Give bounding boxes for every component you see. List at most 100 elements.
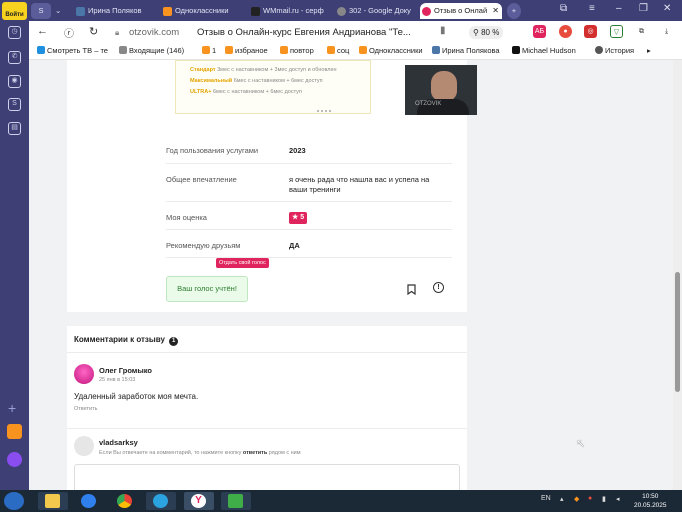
taskbar-app[interactable] xyxy=(221,492,251,510)
bookmark-izbranoe[interactable]: избраное xyxy=(225,46,268,55)
preview-line: ULTRA+ 6мес с наставником + 6мес доступ xyxy=(190,89,302,95)
yandex-browser-icon: Y xyxy=(191,494,206,508)
extension-icon-3[interactable]: ◎ xyxy=(584,25,597,38)
bookmarks-more-icon[interactable]: ▸ xyxy=(647,46,651,55)
bookmark-page-icon[interactable]: ▮ xyxy=(440,25,446,36)
start-button[interactable] xyxy=(4,492,24,510)
lock-icon: 🔒︎ xyxy=(115,28,120,37)
scrollbar-thumb[interactable] xyxy=(675,272,680,392)
tab-strip: S ⌄ Ирина Поляков Одноклассники WMmail.r… xyxy=(29,0,682,21)
vpn-icon[interactable]: ▽ xyxy=(610,25,623,38)
odnoklassniki-icon xyxy=(163,7,172,16)
download-icon[interactable]: ⤓ xyxy=(660,25,673,38)
bookmark-icon[interactable] xyxy=(407,284,416,295)
taskbar-chrome[interactable] xyxy=(110,492,140,510)
vk-icon xyxy=(432,46,440,54)
tray-app-icon[interactable]: ◆ xyxy=(574,495,579,503)
clock-icon[interactable]: ◷ xyxy=(8,26,21,39)
s-app-icon[interactable]: S xyxy=(8,98,21,111)
vote-status[interactable]: Ваш голос учтён! xyxy=(166,276,248,302)
folder-icon xyxy=(45,494,60,508)
bookmark-vk[interactable]: Ирина Полякова xyxy=(432,46,500,55)
alice-icon[interactable] xyxy=(7,452,22,467)
bookmark-soc[interactable]: соц xyxy=(327,46,349,55)
tab-wmmail[interactable]: WMmail.ru - серф xyxy=(249,3,327,19)
person-face xyxy=(431,71,457,101)
add-app-icon[interactable]: + xyxy=(8,400,16,416)
page-title-in-address[interactable]: Отзыв о Онлайн-курс Евгения Андрианова "… xyxy=(197,27,411,38)
menu-icon[interactable]: ≡ xyxy=(589,3,595,14)
extension-icon-2[interactable]: ● xyxy=(559,25,572,38)
tray-app-icon-2[interactable]: ● xyxy=(588,495,592,502)
system-clock[interactable]: 10:50 20.05.2025 xyxy=(634,492,667,510)
close-window-icon[interactable]: ✕ xyxy=(663,3,671,14)
browser-sidebar: Войти ◷ ✆ ◉ S ▤ + xyxy=(0,0,29,490)
comment-textarea[interactable] xyxy=(74,464,460,490)
report-icon[interactable]: ! xyxy=(433,282,444,293)
bookmark-tv[interactable]: Смотреть ТВ – те xyxy=(37,46,108,55)
reply-link[interactable]: Ответить xyxy=(74,406,98,412)
bookmark-1[interactable]: 1 xyxy=(202,46,216,55)
language-indicator[interactable]: EN xyxy=(541,495,551,502)
page-scrollbar[interactable] xyxy=(673,60,682,490)
page-content: Стандарт 3мес с наставником + 3мес досту… xyxy=(29,60,673,490)
zoom-indicator[interactable]: ⚲ 80 % xyxy=(469,26,504,39)
url-domain[interactable]: otzovik.com xyxy=(129,27,179,38)
mail-app-icon[interactable] xyxy=(7,424,22,439)
tabs-dropdown-icon[interactable]: ⌄ xyxy=(55,3,65,19)
tab-google-docs[interactable]: 302 - Google Доку xyxy=(335,3,413,19)
camera-icon[interactable]: ◉ xyxy=(8,75,21,88)
odnoklassniki-icon xyxy=(359,46,367,54)
detail-row-rating: Моя оценка ★ 5 xyxy=(166,202,452,230)
yandex-s-tab-icon[interactable]: S xyxy=(31,3,51,19)
tab-vk[interactable]: Ирина Поляков xyxy=(74,3,148,19)
divider xyxy=(67,428,467,429)
gallery-dots[interactable] xyxy=(317,110,331,113)
bookmark-odnoklassniki[interactable]: Одноклассники xyxy=(359,46,423,55)
folder-icon xyxy=(225,46,233,54)
network-icon[interactable]: ▮ xyxy=(602,495,606,503)
reload-icon[interactable]: ↻ xyxy=(89,25,98,38)
review-image-preview[interactable]: Стандарт 3мес с наставником + 3мес досту… xyxy=(175,60,371,114)
compose-hint: Если Вы отвечаете на комментарий, то наж… xyxy=(99,450,301,456)
bookmark-history[interactable]: История xyxy=(595,46,634,55)
notes-icon[interactable]: ▤ xyxy=(8,122,21,135)
taskbar-telegram[interactable] xyxy=(146,492,176,510)
comments-card: Комментарии к отзыву 1 Олег Громыко 25 я… xyxy=(67,326,467,490)
video-thumbnail[interactable]: OTZOVIK xyxy=(405,65,477,115)
new-tab-button[interactable]: + xyxy=(507,3,521,19)
tab-otzovik[interactable]: Отзыв о Онлай ✕ xyxy=(420,3,502,19)
tab-odnoklassniki[interactable]: Одноклассники xyxy=(161,3,241,19)
restore-icon[interactable]: ❐ xyxy=(639,3,648,14)
vk-icon xyxy=(76,7,85,16)
search-icon: ⚲ xyxy=(473,28,482,37)
close-tab-icon[interactable]: ✕ xyxy=(492,3,499,19)
tab-manager-icon[interactable]: ⧉ xyxy=(560,3,567,14)
extension-icon-1[interactable]: АБ xyxy=(533,25,546,38)
comment-author[interactable]: Олег Громыко xyxy=(99,366,152,375)
chrome-icon xyxy=(117,494,132,508)
folder-icon xyxy=(202,46,210,54)
watermark: OTZOVIK xyxy=(415,101,442,107)
avatar[interactable] xyxy=(74,364,94,384)
comments-title: Комментарии к отзыву 1 xyxy=(74,335,179,346)
bookmark-michael-hudson[interactable]: Michael Hudson xyxy=(512,46,576,55)
preview-line: Стандарт 3мес с наставником + 3мес досту… xyxy=(190,67,337,73)
yandex-login-button[interactable]: Войти xyxy=(2,2,27,20)
taskbar-globe[interactable] xyxy=(74,492,104,510)
volume-icon[interactable]: ◂ xyxy=(616,495,620,503)
minimize-icon[interactable]: – xyxy=(616,3,622,14)
bookmarks-bar: Смотреть ТВ – те Входящие (146) 1 избран… xyxy=(29,44,682,60)
bookmark-inbox[interactable]: Входящие (146) xyxy=(119,46,184,55)
address-bar: ← ⓡ ↻ 🔒︎ otzovik.com Отзыв о Онлайн-курс… xyxy=(29,21,682,44)
bookmark-povtor[interactable]: повтор xyxy=(280,46,314,55)
shield-icon[interactable]: ⓡ xyxy=(64,25,74,40)
back-arrow-icon[interactable]: ← xyxy=(37,25,48,37)
x-icon xyxy=(512,46,520,54)
taskbar-explorer[interactable] xyxy=(38,492,68,510)
taskbar-yandex[interactable]: Y xyxy=(184,492,214,510)
phone-icon[interactable]: ✆ xyxy=(8,51,21,64)
tray-expand-icon[interactable]: ▴ xyxy=(560,495,564,503)
collections-icon[interactable]: ⧉ xyxy=(635,25,648,38)
detail-row-recommend: Рекомендую друзьям ДА xyxy=(166,230,452,258)
